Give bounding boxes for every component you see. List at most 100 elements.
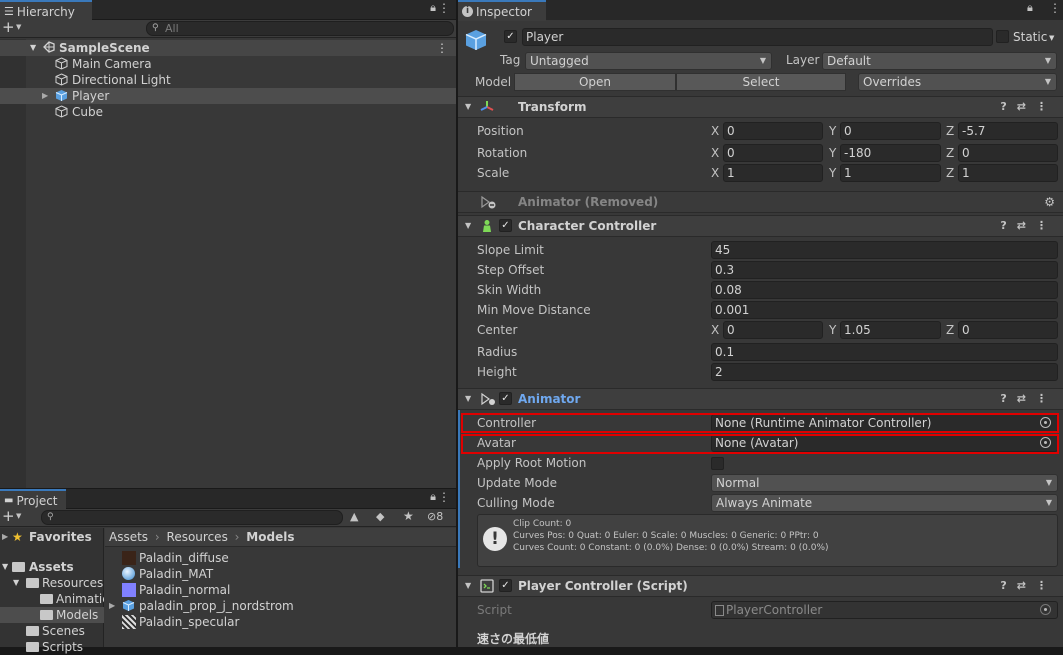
scale-y-field[interactable]: 1 xyxy=(840,164,941,182)
active-checkbox[interactable]: ✓ xyxy=(504,30,517,43)
foldout-expanded-icon[interactable]: ▼ xyxy=(465,216,471,236)
player-controller-header[interactable]: ▼ ✓ Player Controller (Script) ?⇄⋮ xyxy=(458,575,1063,597)
kebab-menu-icon[interactable]: ⋮ xyxy=(1049,1,1061,15)
axis-y-label: Y xyxy=(829,166,837,180)
open-button[interactable]: Open xyxy=(514,73,676,91)
character-controller-header[interactable]: ▼ ✓ Character Controller ?⇄⋮ xyxy=(458,215,1063,237)
lock-icon[interactable]: 🔒︎ xyxy=(430,1,436,15)
tree-item-resources[interactable]: ▼ Resources xyxy=(0,575,103,591)
foldout-expanded-icon[interactable]: ▼ xyxy=(30,40,36,56)
component-header-icons[interactable]: ?⇄⋮ xyxy=(1000,97,1057,117)
breadcrumb-item[interactable]: Assets xyxy=(109,530,148,544)
chevron-down-icon: ▼ xyxy=(1044,56,1051,65)
foldout-expanded-icon[interactable]: ▼ xyxy=(465,97,471,117)
position-x-field[interactable]: 0 xyxy=(723,122,823,140)
assets-row[interactable]: ▼ Assets xyxy=(0,559,103,575)
tree-item-animations[interactable]: Animatic xyxy=(0,591,104,607)
center-y-field[interactable]: 1.05 xyxy=(840,321,941,339)
foldout-collapsed-icon[interactable]: ▶ xyxy=(109,598,115,614)
component-header-icons[interactable]: ?⇄⋮ xyxy=(1000,389,1057,409)
kebab-menu-icon[interactable]: ⋮ xyxy=(438,1,450,15)
min-move-distance-field[interactable]: 0.001 xyxy=(711,301,1058,319)
gear-icon[interactable]: ⚙ xyxy=(1044,192,1055,212)
foldout-expanded-icon[interactable]: ▼ xyxy=(13,575,19,591)
hierarchy-item-main-camera[interactable]: Main Camera xyxy=(0,56,456,72)
gameobject-cube-icon xyxy=(55,105,68,122)
tab-inspector[interactable]: i Inspector xyxy=(458,0,546,21)
info-line: Clip Count: 0 xyxy=(513,519,572,529)
filter-type-icon[interactable]: ▲ xyxy=(350,510,358,523)
chevron-down-icon[interactable]: ▼ xyxy=(16,23,21,31)
foldout-expanded-icon[interactable]: ▼ xyxy=(465,389,471,409)
static-checkbox[interactable] xyxy=(996,30,1009,43)
hierarchy-tabbar: ☰ Hierarchy 🔒︎ ⋮ xyxy=(0,0,456,21)
breadcrumb-item[interactable]: Resources xyxy=(167,530,228,544)
center-z-field[interactable]: 0 xyxy=(958,321,1058,339)
folder-icon xyxy=(26,626,39,636)
tag-dropdown[interactable]: Untagged ▼ xyxy=(525,52,772,70)
scene-menu-icon[interactable]: ⋮ xyxy=(436,40,448,56)
rotation-x-field[interactable]: 0 xyxy=(723,144,823,162)
tree-label: Scripts xyxy=(42,640,84,654)
hidden-count-icon[interactable]: ⊘8 xyxy=(427,510,443,523)
chevron-down-icon[interactable]: ▼ xyxy=(1049,34,1054,42)
rotation-z-field[interactable]: 0 xyxy=(958,144,1058,162)
rotation-y-field[interactable]: -180 xyxy=(840,144,941,162)
breadcrumb-item[interactable]: Models xyxy=(246,530,294,544)
hierarchy-search-input[interactable]: ⚲ All xyxy=(146,21,454,36)
slope-limit-field[interactable]: 45 xyxy=(711,241,1058,259)
radius-field[interactable]: 0.1 xyxy=(711,343,1058,361)
foldout-collapsed-icon[interactable]: ▶ xyxy=(2,529,8,545)
height-field[interactable]: 2 xyxy=(711,363,1058,381)
add-icon[interactable]: + xyxy=(2,507,15,525)
assets-label: Assets xyxy=(29,560,74,574)
hierarchy-item-player[interactable]: ▶ Player xyxy=(0,88,456,104)
texture-thumbnail-icon xyxy=(122,551,136,565)
foldout-expanded-icon[interactable]: ▼ xyxy=(2,559,8,575)
scale-x-field[interactable]: 1 xyxy=(723,164,823,182)
transform-header[interactable]: ▼ Transform ?⇄⋮ xyxy=(458,96,1063,118)
position-z-field[interactable]: -5.7 xyxy=(958,122,1058,140)
component-enabled-checkbox[interactable]: ✓ xyxy=(499,219,512,232)
position-y-field[interactable]: 0 xyxy=(840,122,941,140)
component-enabled-checkbox[interactable]: ✓ xyxy=(499,579,512,592)
star-icon[interactable]: ★ xyxy=(403,509,414,523)
layer-dropdown[interactable]: Default ▼ xyxy=(822,52,1057,70)
component-title: Player Controller (Script) xyxy=(518,579,688,593)
scene-row[interactable]: ▼ SampleScene ⋮ xyxy=(0,40,456,56)
add-icon[interactable]: + xyxy=(2,18,15,36)
favorites-row[interactable]: ▶ ★ Favorites xyxy=(0,529,103,545)
chevron-down-icon[interactable]: ▼ xyxy=(16,512,21,520)
tree-item-scenes[interactable]: Scenes xyxy=(0,623,103,639)
lock-icon[interactable]: 🔒︎ xyxy=(430,490,436,504)
folder-icon xyxy=(40,610,53,620)
project-search-input[interactable]: ⚲ xyxy=(41,510,343,525)
apply-root-motion-checkbox[interactable] xyxy=(711,457,724,470)
hierarchy-item-directional-light[interactable]: Directional Light xyxy=(0,72,456,88)
animator-removed-header[interactable]: Animator (Removed) ⚙ xyxy=(458,191,1063,213)
kebab-menu-icon[interactable]: ⋮ xyxy=(438,490,450,504)
tree-item-scripts[interactable]: Scripts xyxy=(0,639,103,655)
foldout-expanded-icon[interactable]: ▼ xyxy=(465,576,471,596)
update-mode-dropdown[interactable]: Normal ▼ xyxy=(711,474,1058,492)
component-enabled-checkbox[interactable]: ✓ xyxy=(499,392,512,405)
tag-icon[interactable]: ◆ xyxy=(376,510,384,523)
tree-label: Animatic xyxy=(56,592,104,606)
select-button[interactable]: Select xyxy=(676,73,846,91)
component-header-icons[interactable]: ?⇄⋮ xyxy=(1000,576,1057,596)
overrides-dropdown[interactable]: Overrides ▼ xyxy=(858,73,1057,91)
foldout-collapsed-icon[interactable]: ▶ xyxy=(42,88,48,104)
step-offset-field[interactable]: 0.3 xyxy=(711,261,1058,279)
skin-width-field[interactable]: 0.08 xyxy=(711,281,1058,299)
animator-header[interactable]: ▼ ✓ Animator ?⇄⋮ xyxy=(458,388,1063,410)
tree-item-models[interactable]: Models xyxy=(0,607,104,623)
info-exclamation-icon: ! xyxy=(483,527,507,551)
scale-z-field[interactable]: 1 xyxy=(958,164,1058,182)
culling-mode-dropdown[interactable]: Always Animate ▼ xyxy=(711,494,1058,512)
center-x-field[interactable]: 0 xyxy=(723,321,823,339)
component-header-icons[interactable]: ?⇄⋮ xyxy=(1000,216,1057,236)
object-name-field[interactable]: Player xyxy=(522,28,993,46)
lock-icon[interactable]: 🔒︎ xyxy=(1027,1,1033,15)
script-file-icon xyxy=(715,605,724,616)
hierarchy-item-cube[interactable]: Cube xyxy=(0,104,456,120)
